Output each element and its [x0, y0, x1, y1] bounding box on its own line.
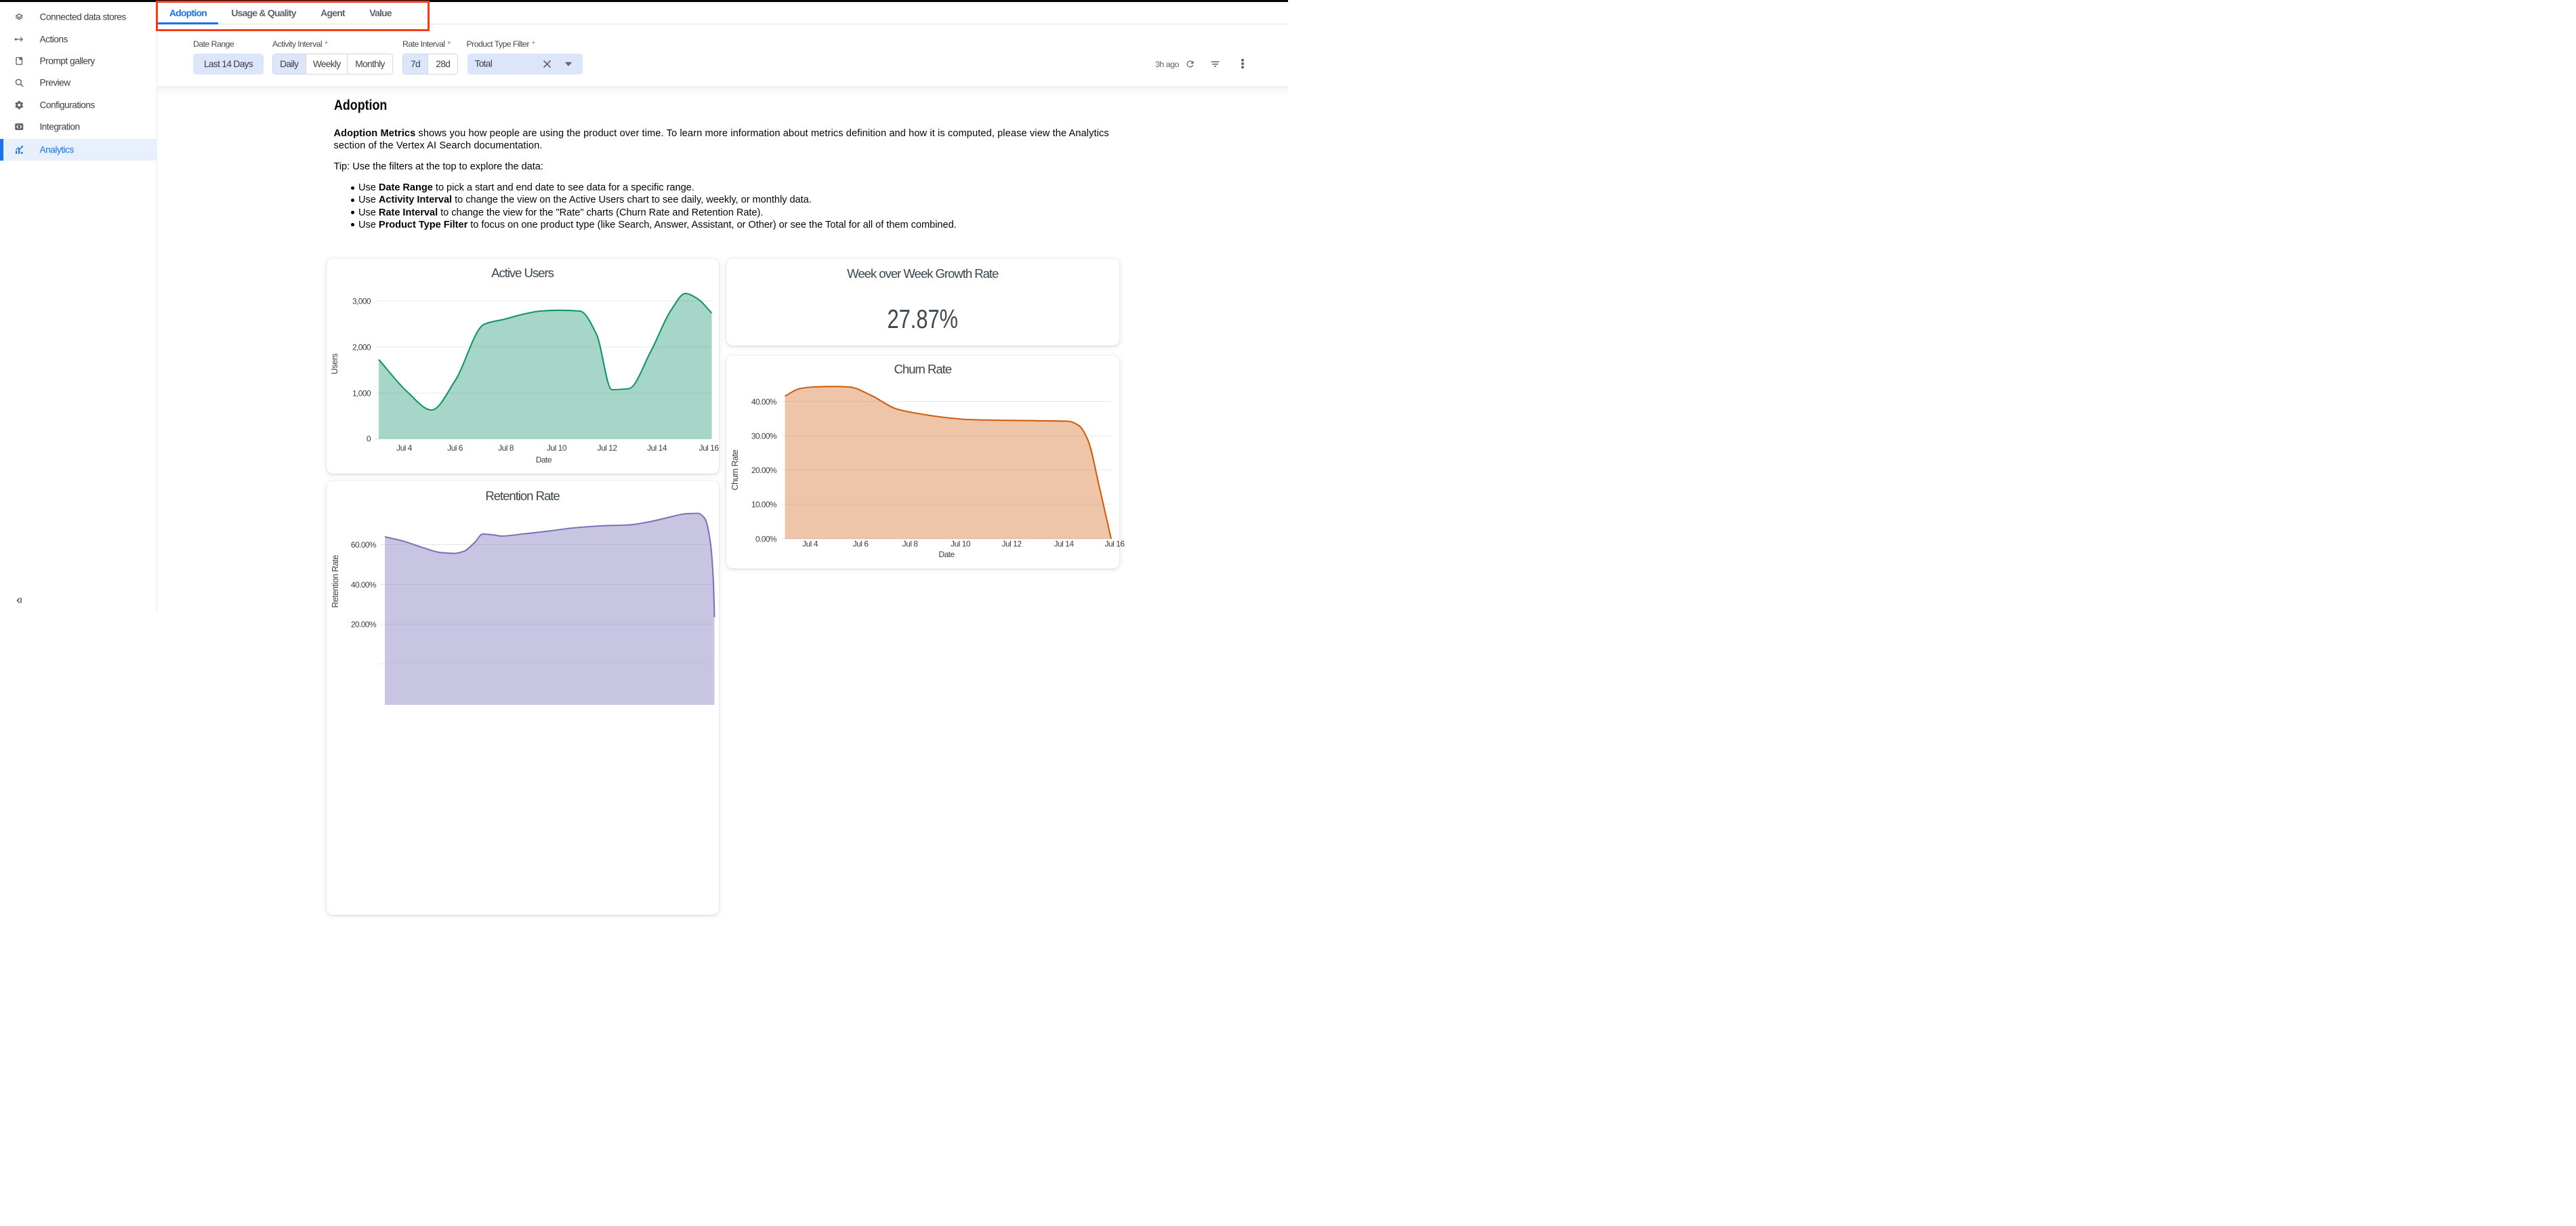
- svg-text:Jul 14: Jul 14: [646, 443, 667, 453]
- svg-text:Date: Date: [938, 550, 955, 559]
- svg-text:Jul 14: Jul 14: [1054, 539, 1074, 549]
- svg-text:Jul 8: Jul 8: [902, 539, 919, 549]
- svg-text:Jul 12: Jul 12: [597, 443, 617, 453]
- svg-text:Jul 16: Jul 16: [1104, 539, 1125, 549]
- svg-text:Jul 16: Jul 16: [699, 443, 719, 453]
- svg-text:Churn Rate: Churn Rate: [730, 449, 740, 490]
- svg-text:Users: Users: [330, 353, 339, 374]
- svg-text:Jul 8: Jul 8: [498, 443, 514, 453]
- svg-text:0: 0: [366, 434, 371, 443]
- svg-text:10.00%: 10.00%: [751, 500, 777, 510]
- svg-text:1,000: 1,000: [352, 388, 371, 398]
- svg-text:Jul 6: Jul 6: [447, 443, 463, 453]
- svg-text:0.00%: 0.00%: [755, 535, 777, 544]
- svg-text:Jul 6: Jul 6: [853, 539, 869, 549]
- svg-text:2,000: 2,000: [352, 342, 371, 352]
- svg-text:60.00%: 60.00%: [350, 540, 376, 550]
- svg-text:Jul 4: Jul 4: [802, 539, 818, 549]
- svg-text:30.00%: 30.00%: [751, 432, 777, 441]
- svg-text:40.00%: 40.00%: [350, 579, 376, 589]
- svg-text:Jul 4: Jul 4: [396, 443, 413, 453]
- svg-text:Jul 12: Jul 12: [1001, 539, 1022, 549]
- svg-text:Jul 10: Jul 10: [951, 539, 971, 549]
- svg-text:20.00%: 20.00%: [751, 466, 777, 475]
- svg-text:20.00%: 20.00%: [350, 619, 376, 629]
- svg-text:Retention Rate: Retention Rate: [331, 554, 340, 607]
- svg-text:Jul 10: Jul 10: [546, 443, 566, 453]
- svg-text:Date: Date: [535, 455, 552, 464]
- svg-text:3,000: 3,000: [352, 296, 371, 306]
- svg-text:40.00%: 40.00%: [751, 397, 777, 407]
